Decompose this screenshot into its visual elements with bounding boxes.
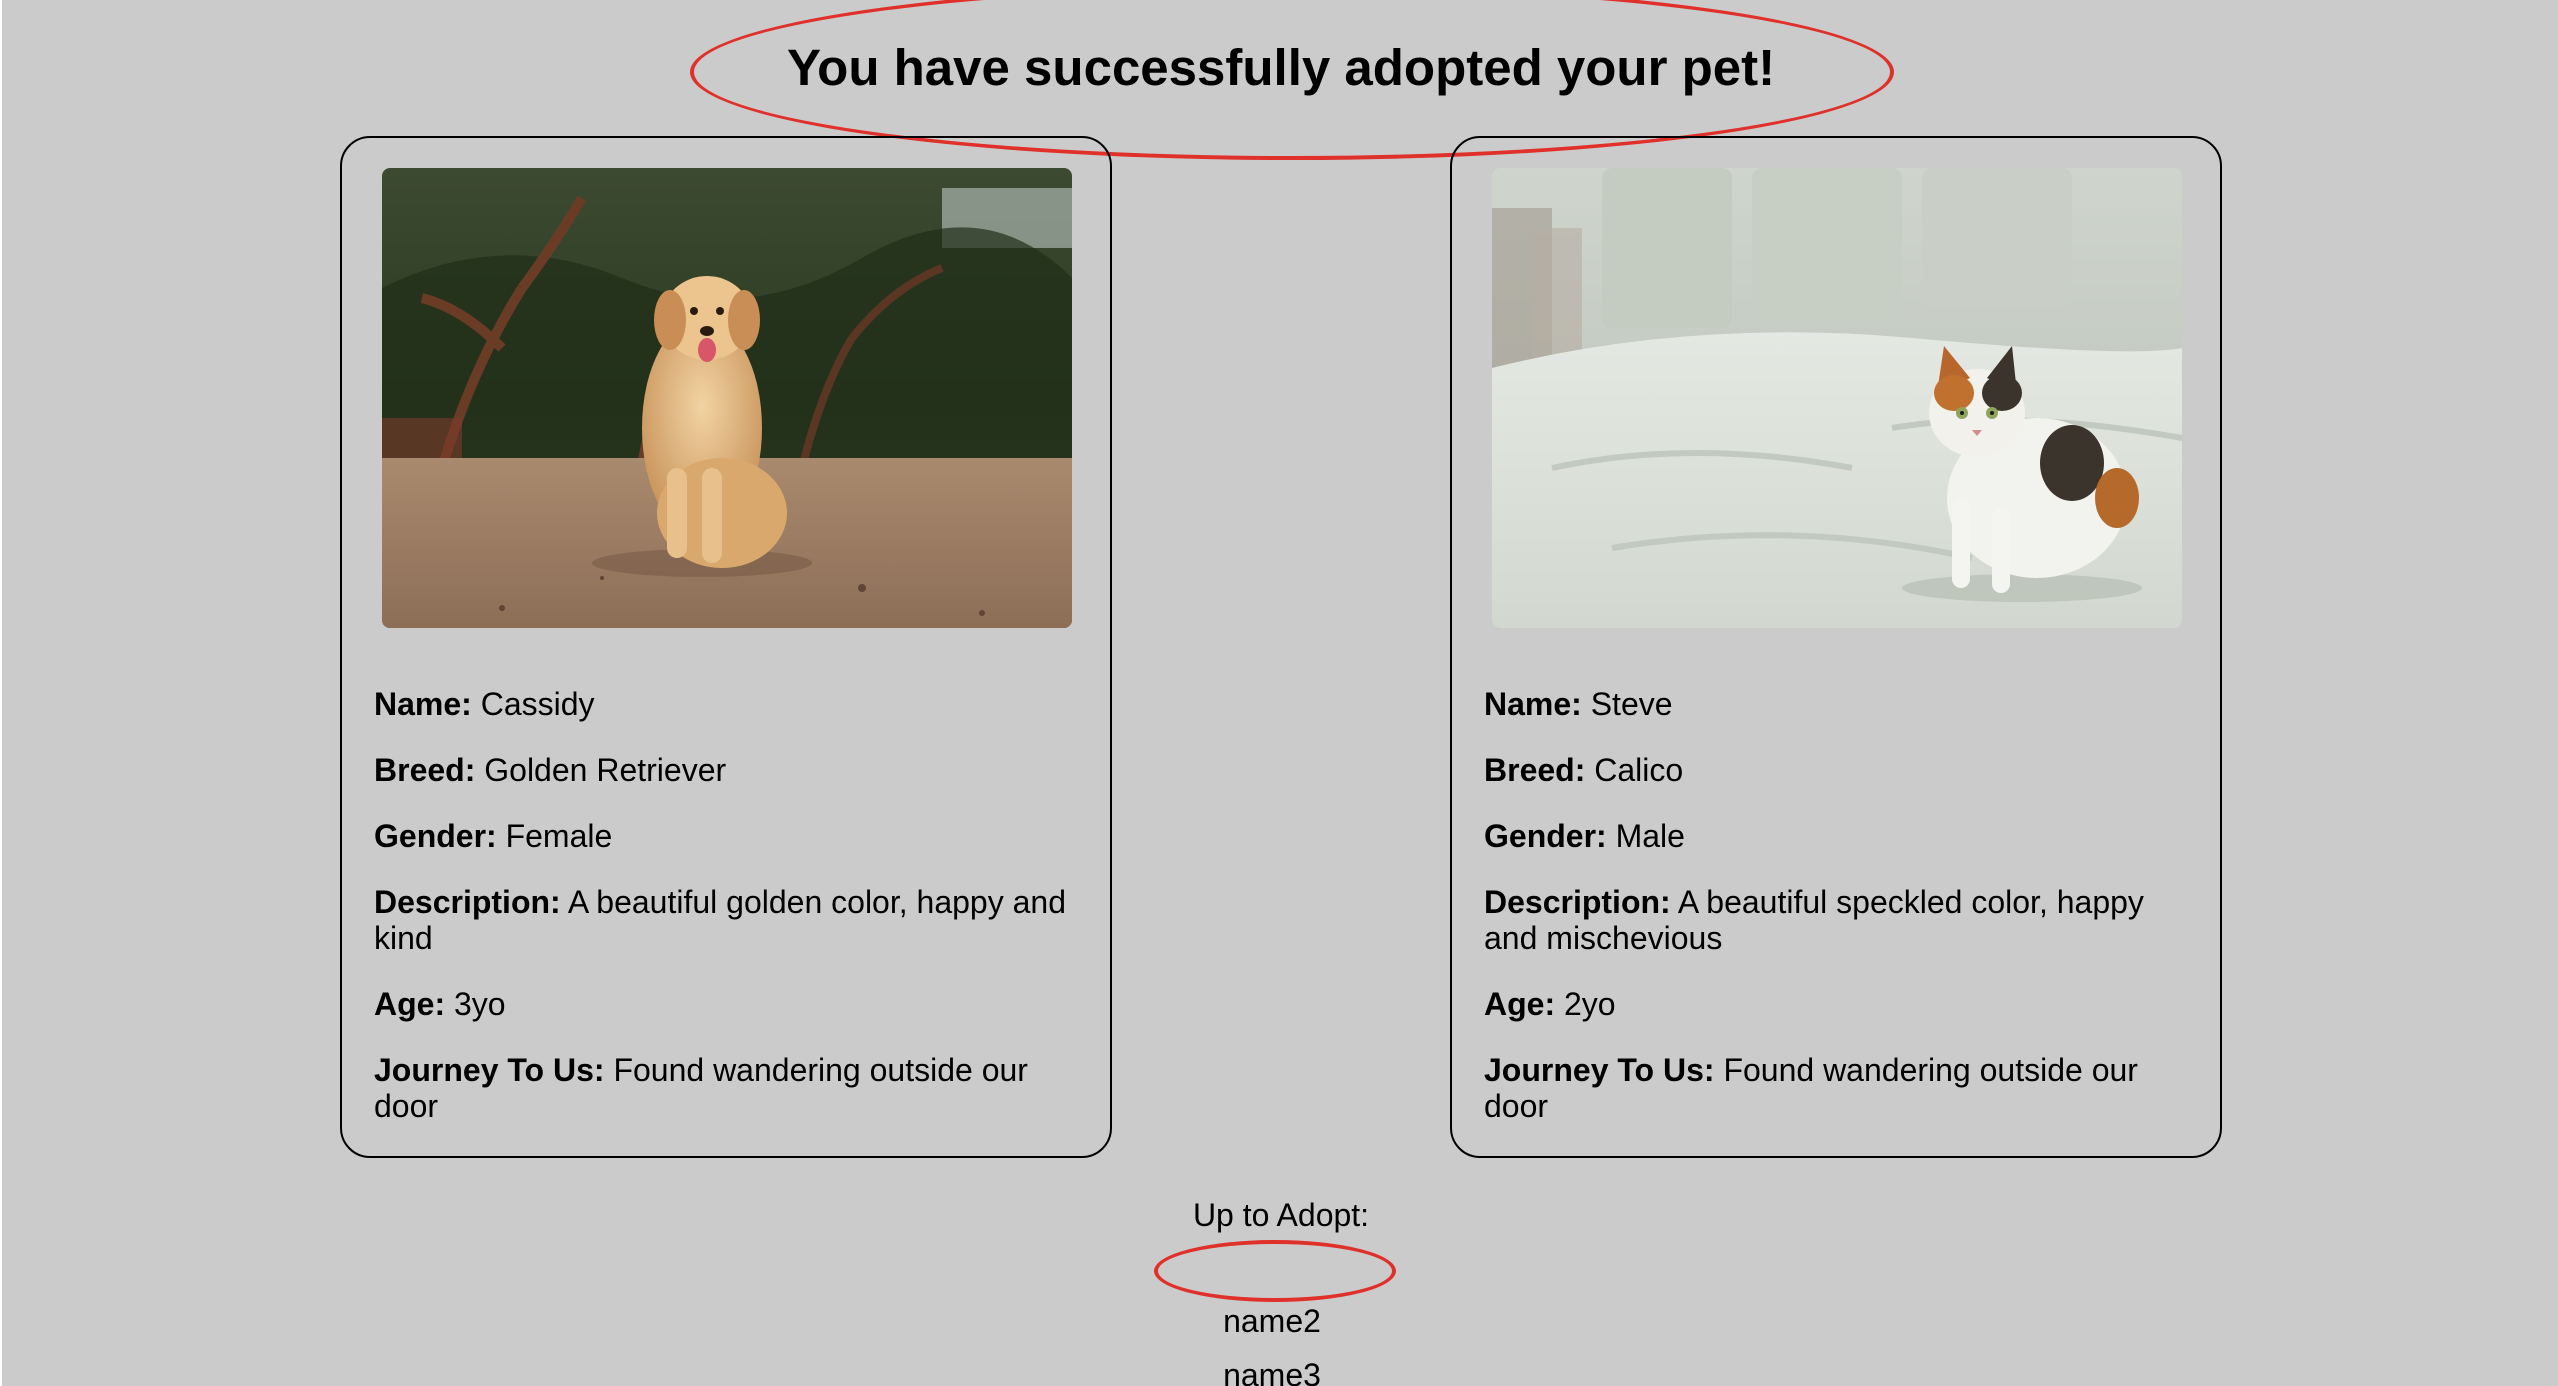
- pet-gender-row: Gender: Male: [1484, 818, 1685, 854]
- pet-age-value: 3yo: [454, 986, 506, 1022]
- pet-breed-row: Breed: Golden Retriever: [374, 752, 727, 788]
- pet-gender-value: Female: [505, 818, 613, 854]
- pet-breed-row: Breed: Calico: [1484, 752, 1684, 788]
- pet-breed-value: Golden Retriever: [484, 752, 727, 788]
- up-to-adopt-heading: Up to Adopt:: [1192, 1197, 1370, 1233]
- pet-name-row: Name: Steve: [1484, 686, 1673, 722]
- pet-journey-row: Journey To Us: Found wandering outside o…: [374, 1052, 1028, 1124]
- pet-age-row: Age: 3yo: [374, 986, 506, 1022]
- pet-description-row: Description: A beautiful golden color, h…: [374, 884, 1066, 956]
- adoption-confirmation-page: You have successfully adopted your pet!: [0, 0, 2558, 1386]
- pet-journey-row: Journey To Us: Found wandering outside o…: [1484, 1052, 2138, 1124]
- adopt-list-item[interactable]: name2: [1072, 1302, 1472, 1340]
- success-message: You have successfully adopted your pet!: [786, 39, 1776, 96]
- pet-description-row: Description: A beautiful speckled color,…: [1484, 884, 2144, 956]
- pet-name-row: Name: Cassidy: [374, 686, 595, 722]
- calico-cat-photo: [1492, 168, 2182, 628]
- pet-breed-value: Calico: [1594, 752, 1684, 788]
- pet-name-value: Steve: [1590, 686, 1673, 722]
- pet-card-steve: Name: Steve Breed: Calico Gender: Male D…: [1450, 136, 2222, 1158]
- adopt-list-item[interactable]: [1072, 1248, 1472, 1286]
- pet-details-cassidy: Name: Cassidy Breed: Golden Retriever Ge…: [374, 686, 1084, 1154]
- adopt-list-item[interactable]: name3: [1072, 1356, 1472, 1386]
- pet-name-value: Cassidy: [480, 686, 595, 722]
- pet-age-row: Age: 2yo: [1484, 986, 1616, 1022]
- pet-details-steve: Name: Steve Breed: Calico Gender: Male D…: [1484, 686, 2194, 1154]
- pet-age-value: 2yo: [1564, 986, 1616, 1022]
- pet-gender-row: Gender: Female: [374, 818, 613, 854]
- adopt-list: name2 name3: [1072, 1248, 1472, 1386]
- pet-gender-value: Male: [1615, 818, 1685, 854]
- golden-retriever-photo: [382, 168, 1072, 628]
- pet-card-cassidy: Name: Cassidy Breed: Golden Retriever Ge…: [340, 136, 1112, 1158]
